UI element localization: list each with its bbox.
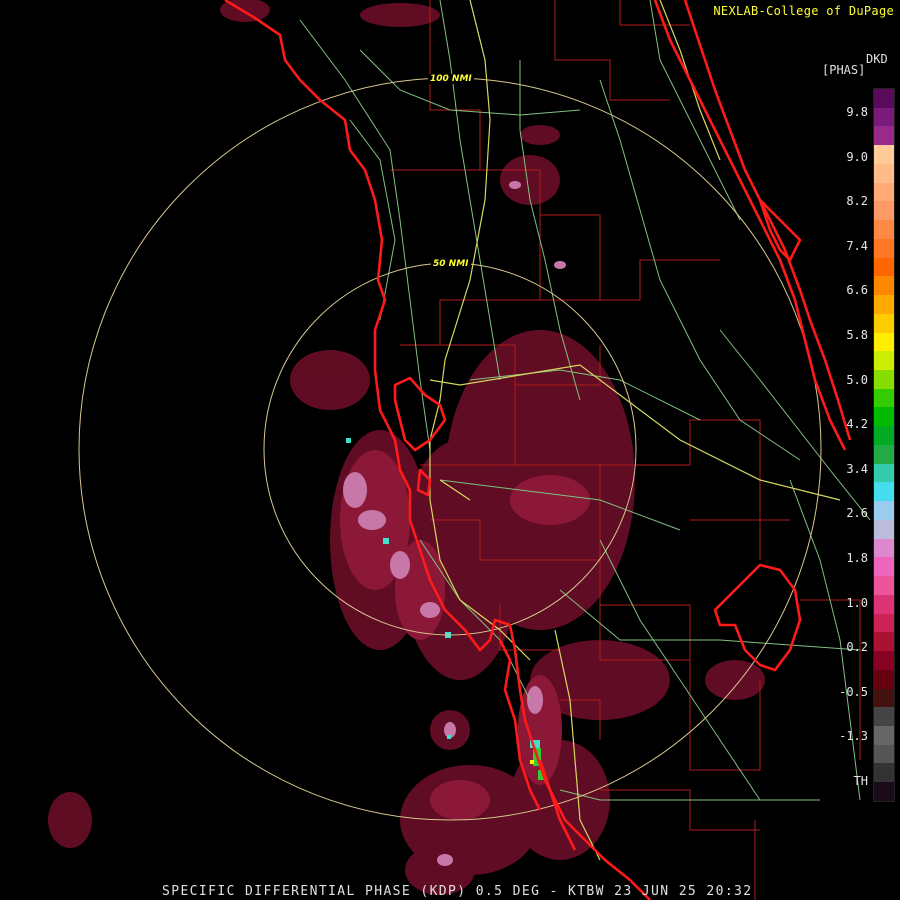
unit-label: [PHAS]	[822, 63, 866, 77]
color-scale-segment	[874, 182, 894, 202]
nexlab-credit: NEXLAB-College of DuPage	[713, 4, 894, 18]
color-scale-segment	[874, 295, 894, 314]
color-scale-tick: TH	[853, 774, 868, 788]
color-scale-segment	[874, 370, 894, 389]
color-scale-segment	[874, 501, 894, 520]
color-scale-tick: 6.6	[846, 283, 868, 298]
color-scale-tick: 3.4	[846, 461, 868, 476]
color-scale-segment	[874, 782, 894, 801]
color-scale-tick: 0.2	[846, 640, 868, 655]
color-scale-tick: -1.3	[839, 729, 868, 744]
color-scale-segment	[874, 126, 894, 146]
color-scale-segment	[874, 407, 894, 427]
color-scale-segment	[874, 707, 894, 726]
color-scale-segment	[874, 351, 894, 371]
color-scale-segment	[874, 89, 894, 108]
color-scale-segment	[874, 725, 894, 745]
color-scale-tick: 2.6	[846, 506, 868, 521]
color-scale-tick: 9.8	[846, 105, 868, 119]
color-scale-segment	[874, 332, 894, 352]
color-scale-tick: 1.8	[846, 551, 868, 565]
color-scale-segment	[874, 145, 894, 164]
color-scale-segment	[874, 613, 894, 633]
color-scale-tick: -0.5	[839, 684, 868, 699]
color-scale-tick: 5.0	[846, 372, 868, 387]
color-scale-segment	[874, 388, 894, 408]
color-scale-bar	[873, 88, 895, 802]
color-scale-segment	[874, 276, 894, 296]
color-scale-segment	[874, 744, 894, 764]
color-scale-segment	[874, 220, 894, 239]
color-scale-segment	[874, 651, 894, 670]
color-scale-tick: 7.4	[846, 238, 868, 253]
product-code: DKD	[866, 52, 888, 66]
color-scale-segment	[874, 201, 894, 221]
color-scale-segment	[874, 238, 894, 258]
color-scale-segment	[874, 538, 894, 558]
color-scale-tick: 1.0	[846, 595, 868, 610]
color-scale-segment	[874, 688, 894, 708]
color-scale-segment	[874, 444, 894, 464]
color-scale-segment	[874, 557, 894, 577]
color-scale-segment	[874, 257, 894, 277]
color-scale-tick: 4.2	[846, 417, 868, 432]
color-scale-segment	[874, 576, 894, 595]
color-scale-segment	[874, 519, 894, 539]
color-scale-segment	[874, 463, 894, 483]
ring-label-100: 100 NMI	[428, 74, 474, 84]
color-scale-segment	[874, 107, 894, 127]
color-scale-tick: 9.0	[846, 149, 868, 164]
color-scale-segment	[874, 313, 894, 333]
color-scale-segment	[874, 669, 894, 689]
color-scale-tick: 8.2	[846, 194, 868, 209]
color-scale-segment	[874, 763, 894, 783]
color-scale-tick: 5.8	[846, 328, 868, 342]
color-scale-segment	[874, 426, 894, 445]
color-scale-segment	[874, 594, 894, 614]
color-scale-segment	[874, 482, 894, 502]
radar-map	[0, 0, 900, 900]
ring-label-50: 50 NMI	[431, 259, 471, 269]
color-scale-segment	[874, 163, 894, 183]
product-caption: SPECIFIC DIFFERENTIAL PHASE (KDP) 0.5 DE…	[162, 884, 753, 899]
color-scale-segment	[874, 632, 894, 652]
